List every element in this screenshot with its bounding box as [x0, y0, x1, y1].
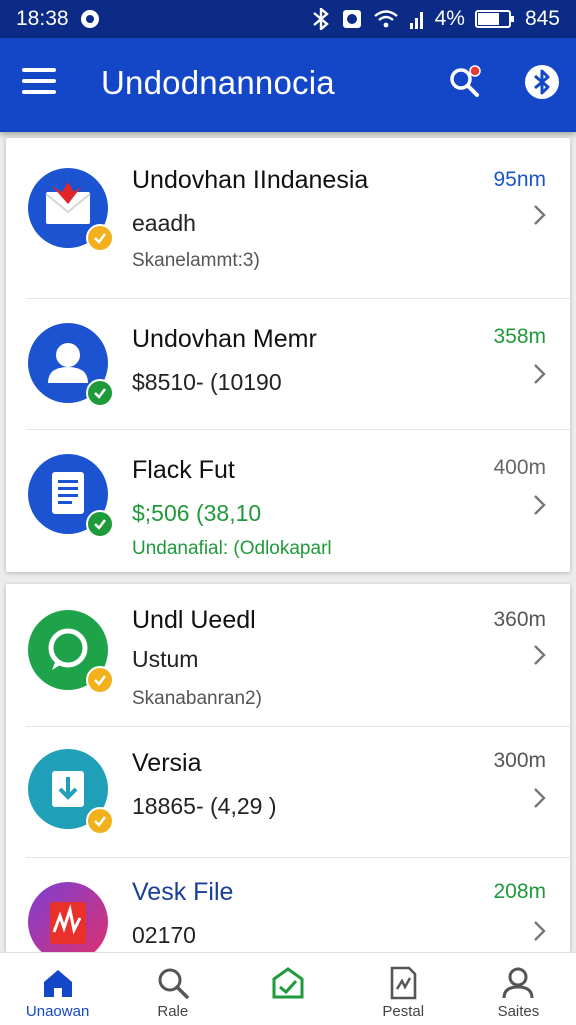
status-time: 18:38 [16, 7, 69, 30]
item-time: 300m [493, 749, 546, 772]
nav-search[interactable]: Rale [115, 953, 230, 1025]
list-item[interactable]: Vesk File 02170 208m [6, 858, 570, 952]
verified-badge-icon [86, 807, 114, 835]
item-detail: Skanabanran2) [132, 688, 262, 709]
nav-inbox[interactable] [230, 953, 345, 1025]
chevron-right-icon [534, 921, 546, 941]
item-title: Vesk File [132, 878, 234, 906]
notification-icon [79, 8, 101, 30]
item-time: 358m [493, 325, 546, 348]
list-item[interactable]: Undovhan Memr $8510- (10190 358m [6, 299, 570, 429]
item-subtitle: 18865- (4,29 ) [132, 793, 277, 819]
nav-home[interactable]: Unaowan [0, 953, 115, 1025]
chevron-right-icon [534, 645, 546, 665]
nav-label: Rale [157, 1003, 189, 1020]
file-icon [385, 965, 421, 1001]
list-item[interactable]: Undl Ueedl Ustum Skanabanran2) 360m [6, 584, 570, 726]
bluetooth-button[interactable] [522, 62, 562, 102]
chevron-right-icon [534, 788, 546, 808]
item-title: Undovhan Memr [132, 325, 317, 353]
item-detail: Skanelammt:3) [132, 250, 260, 271]
list-item[interactable]: Flack Fut $;506 (38,10 Undanafial: (Odlo… [6, 430, 570, 572]
card-group-1: Undovhan IIndanesia eaadh Skanelammt:3) … [6, 138, 570, 572]
item-subtitle: $8510- (10190 [132, 369, 282, 395]
verified-badge-icon [86, 224, 114, 252]
battery-percent: 4% [434, 7, 465, 30]
item-title: Versia [132, 749, 202, 777]
nav-files[interactable]: Pestal [346, 953, 461, 1025]
nav-label: Saites [497, 1003, 540, 1020]
signal-icon [409, 9, 425, 29]
list-item[interactable]: Versia 18865- (4,29 ) 300m [6, 727, 570, 857]
verified-badge-icon [86, 379, 114, 407]
item-title: Undl Ueedl [132, 606, 256, 634]
chevron-right-icon [534, 364, 546, 384]
list-item[interactable]: Undovhan IIndanesia eaadh Skanelammt:3) … [6, 138, 570, 298]
search-icon [450, 65, 481, 97]
nav-profile[interactable]: Saites [461, 953, 576, 1025]
home-icon [40, 965, 76, 1001]
wifi-icon [373, 8, 399, 30]
item-time: 400m [493, 456, 546, 479]
item-subtitle: 02170 [132, 922, 196, 948]
battery-icon [474, 9, 515, 29]
card-group-2: Undl Ueedl Ustum Skanabanran2) 360m Vers… [6, 584, 570, 952]
bluetooth-icon [311, 8, 331, 30]
chart-icon [28, 882, 108, 952]
nav-label: Unaowan [25, 1003, 90, 1020]
bluetooth-circle-icon [525, 65, 559, 99]
status-clock-right: 845 [524, 7, 560, 30]
item-time: 208m [493, 880, 546, 903]
item-time: 95nm [493, 168, 546, 191]
item-subtitle: $;506 (38,10 [132, 500, 262, 526]
chevron-right-icon [534, 495, 546, 515]
inbox-icon [270, 965, 306, 1001]
search-icon [155, 965, 191, 1001]
verified-badge-icon [86, 510, 114, 538]
profile-icon [500, 965, 536, 1001]
app-bar: Undodnannocia [0, 38, 576, 132]
menu-button[interactable] [22, 68, 56, 98]
verified-badge-icon [86, 666, 114, 694]
app-title: Undodnannocia [101, 64, 335, 101]
bottom-navigation: Unaowan Rale Pestal Saites [0, 952, 576, 1025]
item-subtitle: eaadh [132, 210, 196, 236]
alarm-icon [341, 8, 363, 30]
nav-label: Pestal [382, 1003, 425, 1020]
item-title: Undovhan IIndanesia [132, 166, 369, 194]
search-button[interactable] [444, 62, 484, 102]
item-subtitle: Ustum [132, 646, 199, 672]
item-title: Flack Fut [132, 456, 235, 484]
status-bar: 18:38 4% 845 [0, 0, 576, 38]
item-detail: Undanafial: (Odlokaparl [132, 538, 332, 559]
item-time: 360m [493, 608, 546, 631]
chevron-right-icon [534, 205, 546, 225]
